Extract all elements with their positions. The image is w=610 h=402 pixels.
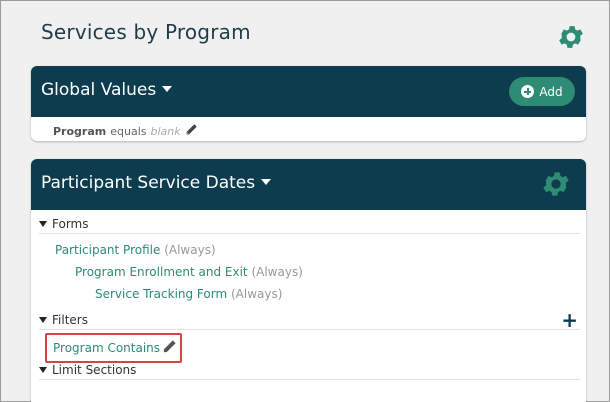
triangle-down-icon [39, 317, 47, 323]
form-name: Service Tracking Form [95, 287, 228, 301]
global-condition: Program equals blank [53, 123, 198, 139]
form-mode: (Always) [231, 287, 283, 301]
global-values-body: Program equals blank [31, 117, 586, 141]
forms-section-toggle[interactable]: Forms [39, 215, 88, 233]
triangle-down-icon [39, 221, 47, 227]
add-filter-plus-icon[interactable]: + [561, 310, 578, 330]
psd-title: Participant Service Dates [41, 173, 256, 193]
pencil-icon[interactable] [185, 123, 198, 139]
add-global-value-button[interactable]: Add [509, 77, 575, 106]
condition-operator: equals [110, 124, 147, 138]
divider [39, 379, 580, 380]
plus-circle-icon [521, 85, 535, 98]
psd-header: Participant Service Dates [31, 159, 586, 210]
highlight-box [45, 333, 182, 363]
global-values-header: Global Values Add [31, 66, 586, 117]
global-values-panel: Global Values Add Program equals blank [31, 66, 586, 141]
caret-down-icon [261, 179, 272, 185]
form-item-participant-profile[interactable]: Participant Profile (Always) [55, 243, 216, 257]
limit-sections-label: Limit Sections [52, 363, 137, 377]
global-values-title: Global Values [41, 80, 157, 100]
forms-label: Forms [52, 217, 89, 231]
form-name: Program Enrollment and Exit [75, 265, 248, 279]
triangle-down-icon [39, 367, 47, 373]
condition-field: Program [53, 124, 107, 138]
filters-label: Filters [52, 313, 88, 327]
global-values-title-toggle[interactable]: Global Values [41, 80, 173, 100]
divider [39, 329, 580, 330]
form-item-service-tracking[interactable]: Service Tracking Form (Always) [95, 287, 282, 301]
psd-title-toggle[interactable]: Participant Service Dates [41, 173, 272, 193]
add-button-label: Add [539, 84, 563, 99]
divider [39, 233, 580, 234]
psd-settings-gear-icon[interactable] [540, 168, 572, 200]
page-title: Services by Program [41, 20, 251, 44]
form-mode: (Always) [164, 243, 216, 257]
participant-service-dates-panel: Participant Service Dates Forms Particip… [31, 159, 586, 402]
filters-section-toggle[interactable]: Filters [39, 311, 88, 329]
form-name: Participant Profile [55, 243, 161, 257]
caret-down-icon [162, 86, 173, 92]
condition-value: blank [150, 124, 181, 138]
page-settings-gear-icon[interactable] [556, 22, 586, 52]
limit-sections-toggle[interactable]: Limit Sections [39, 361, 136, 379]
form-mode: (Always) [251, 265, 303, 279]
form-item-program-enrollment[interactable]: Program Enrollment and Exit (Always) [75, 265, 303, 279]
